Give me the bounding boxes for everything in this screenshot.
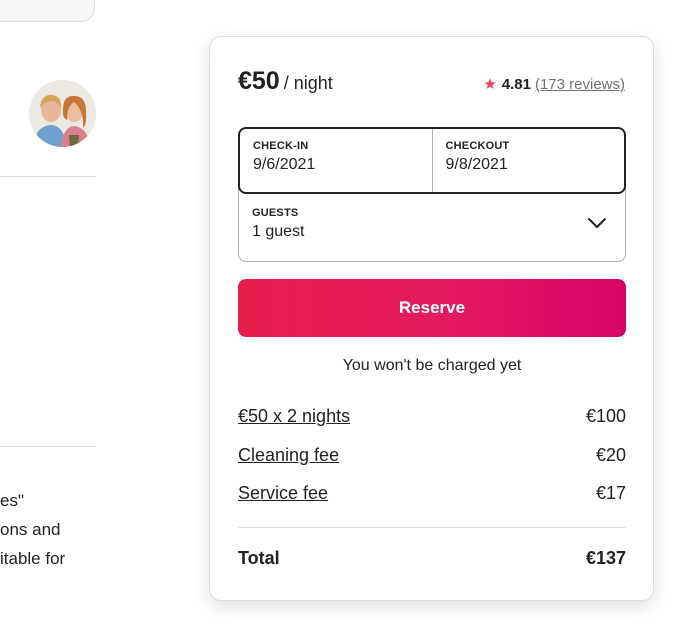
line-item-nights: €50 x 2 nights €100 [238,406,626,445]
reviews-link[interactable]: (173 reviews) [535,76,625,93]
price-row: €50/ night ★ 4.81 (173 reviews) [238,67,625,96]
reserve-button[interactable]: Reserve [238,279,626,337]
total-row: Total €137 [238,548,626,569]
host-avatar[interactable] [29,80,96,147]
booking-card: €50/ night ★ 4.81 (173 reviews) CHECK-IN… [209,36,654,601]
check-in-label: CHECK-IN [253,140,309,152]
rating: ★ 4.81 (173 reviews) [483,75,625,93]
page: es" ons and itable for €50/ night ★ 4.81… [0,0,680,619]
listing-description: es" ons and itable for [0,486,96,573]
checkout-field[interactable]: CHECKOUT 9/8/2021 [431,129,625,192]
total-amount: €137 [585,548,626,568]
star-icon: ★ [483,76,497,93]
total-label: Total [238,548,280,568]
checkout-label: CHECKOUT [445,140,510,152]
not-charged-notice: You won't be charged yet [342,357,522,374]
section-divider [0,446,96,447]
check-in-value: 9/6/2021 [253,156,316,173]
guests-value: 1 guest [252,223,305,240]
top-pill-button[interactable] [0,0,95,22]
line-item-label[interactable]: €50 x 2 nights [238,406,350,445]
guests-label: GUESTS [252,207,299,219]
line-item-amount: €100 [585,406,626,426]
check-in-field[interactable]: CHECK-IN 9/6/2021 [240,129,432,192]
date-picker: CHECK-IN 9/6/2021 CHECKOUT 9/8/2021 [238,127,626,194]
line-item-amount: €20 [595,444,626,465]
nightly-price: €50/ night [238,67,333,96]
total-divider [238,527,626,528]
guests-dropdown[interactable]: GUESTS 1 guest [238,187,626,262]
line-item-amount: €17 [595,483,626,503]
description-line: itable for [0,549,66,568]
reservation-picker: CHECK-IN 9/6/2021 CHECKOUT 9/8/2021 GUES… [238,127,626,262]
price-amount: €50 [238,67,280,95]
line-item-label[interactable]: Cleaning fee [238,445,339,484]
line-item-label[interactable]: Service fee [238,483,328,522]
line-item-service-fee: Service fee €17 [238,483,626,522]
chevron-down-icon[interactable] [587,216,607,230]
section-divider [0,176,96,177]
rating-value: 4.81 [501,76,531,93]
host-photo-icon [29,80,96,147]
price-breakdown: €50 x 2 nights €100 Cleaning fee €20 Ser… [238,406,626,522]
description-line: ons and [0,520,61,539]
checkout-value: 9/8/2021 [445,156,508,173]
description-line: es" [0,491,24,510]
line-item-cleaning-fee: Cleaning fee €20 [238,445,626,484]
per-night-label: / night [283,73,333,93]
